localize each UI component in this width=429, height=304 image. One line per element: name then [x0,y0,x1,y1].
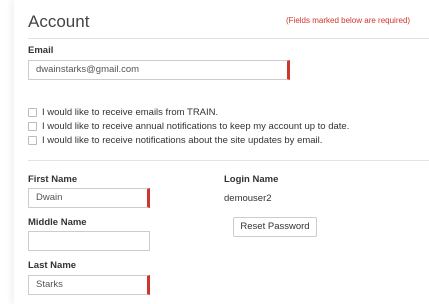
last-name-field[interactable]: Starks [28,275,150,295]
login-name-label: Login Name [224,174,279,185]
checkbox-label: I would like to receive notifications ab… [42,135,323,146]
checkbox[interactable] [28,108,37,117]
checkbox[interactable] [28,136,37,145]
checkbox-label: I would like to receive emails from TRAI… [42,107,219,118]
first-name-label: First Name [28,174,78,185]
email-field[interactable]: dwainstarks@gmail.com [28,60,290,80]
login-name-value: demouser2 [224,193,272,204]
checkbox-row-train-emails[interactable]: I would like to receive emails from TRAI… [28,107,218,118]
checkbox-row-annual-notifications[interactable]: I would like to receive annual notificat… [28,121,349,132]
middle-name-field[interactable] [28,231,150,251]
last-name-label: Last Name [28,260,77,271]
required-fields-note: (Fields marked below are required) [286,16,411,25]
checkbox-row-site-updates[interactable]: I would like to receive notifications ab… [28,135,322,146]
section-title: Account [28,12,90,31]
title-divider [28,38,429,39]
first-name-field[interactable]: Dwain [28,188,150,208]
account-panel [14,0,429,304]
reset-password-button[interactable]: Reset Password [233,217,317,237]
checkbox-label: I would like to receive annual notificat… [42,121,350,132]
email-label: Email [28,45,54,56]
middle-name-label: Middle Name [28,217,87,228]
checkbox[interactable] [28,122,37,131]
section-divider [28,160,429,161]
